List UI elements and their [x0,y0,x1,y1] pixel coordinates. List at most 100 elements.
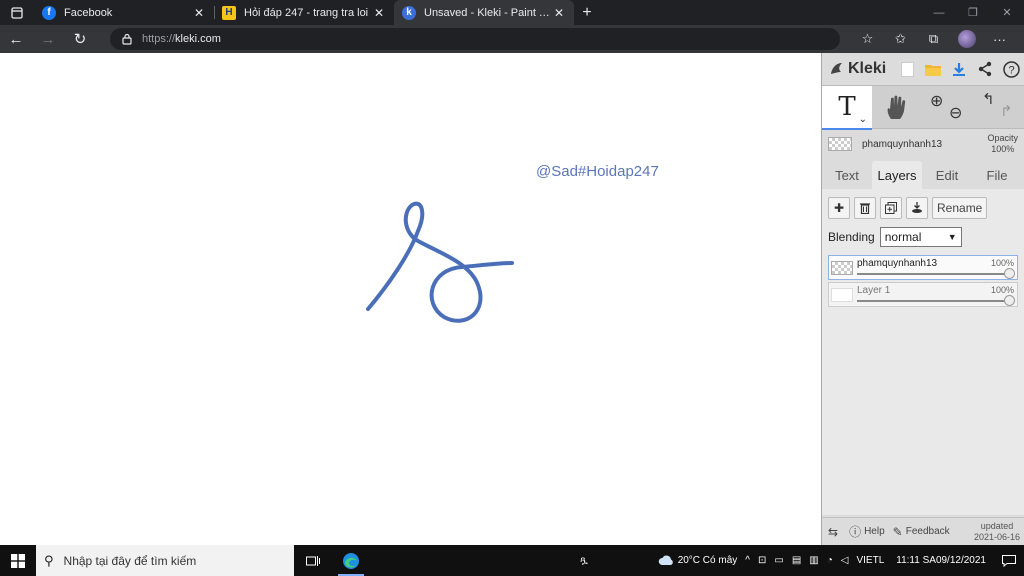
tray-icon-3[interactable]: ▤ [788,545,805,576]
rename-layer-button[interactable]: Rename [932,197,988,219]
download-button[interactable] [946,55,972,83]
lock-icon [122,33,132,45]
back-button[interactable]: ← [0,25,32,53]
duplicate-icon [885,202,897,214]
arrow-right-icon: → [40,30,56,48]
kleki-logo[interactable]: Kleki [828,60,886,78]
tab-facebook[interactable]: f Facebook ✕ [34,0,214,25]
undo-icon[interactable]: ↰ [982,90,995,108]
tab-title: Unsaved - Kleki - Paint Tool [424,6,552,19]
minimize-button[interactable]: — [922,0,956,25]
forward-button[interactable]: → [32,25,64,53]
close-tab-icon[interactable]: ✕ [552,6,566,20]
close-tab-icon[interactable]: ✕ [372,6,386,20]
lang-line2: TL [872,554,885,566]
swap-side-button[interactable]: ⇆ [828,525,841,539]
layer-opacity-slider[interactable] [857,300,1009,302]
tab-file[interactable]: File [972,161,1022,189]
facebook-icon: f [42,5,56,20]
merge-layer-button[interactable] [906,197,928,219]
favorites-add-button[interactable]: ☆ [851,25,884,53]
tab-actions-button[interactable] [0,0,34,25]
feedback-link[interactable]: ✎ Feedback [893,525,950,539]
hand-tool-button[interactable] [872,86,922,130]
hand-icon [887,95,906,119]
taskbar-edge-button[interactable] [332,545,370,576]
zoom-out-icon[interactable]: ⊖ [949,103,962,123]
kleki-logo-icon [831,63,842,74]
input-language-button[interactable]: VIE TL [852,545,888,576]
profile-button[interactable] [950,25,983,53]
close-icon: ✕ [1002,7,1012,19]
zoom-controls: ⊕ ⊖ [922,86,972,130]
people-button[interactable]: ጿ [576,545,592,576]
wifi-button[interactable]: ◔ [823,545,837,576]
opacity-label: Opacity [987,133,1018,143]
new-tab-button[interactable]: + [574,0,600,25]
updated-label: updated [980,520,1014,531]
merge-down-icon [912,202,922,213]
current-layer-name: phamquynhanh13 [862,138,943,150]
help-circle-icon: ? [1002,60,1020,78]
share-icon [978,61,992,77]
updated-info[interactable]: updated 2021-06-16 [974,521,1020,543]
close-tab-icon[interactable]: ✕ [192,6,206,20]
layer-item-phamquynhanh13[interactable]: phamquynhanh13 100% [828,255,1018,280]
clock[interactable]: 11:11 SA 09/12/2021 [888,545,994,576]
open-file-button[interactable] [920,55,946,83]
slider-handle[interactable] [1004,295,1015,306]
reload-button[interactable]: ↻ [64,25,96,53]
tray-icon-1[interactable]: ⊡ [754,545,770,576]
collections-icon: ⧉ [928,31,939,46]
blending-value: normal [884,230,922,244]
show-hidden-icons-button[interactable]: ^ [741,545,754,576]
panel-footer: ⇆ ⓘ Help ✎ Feedback updated 2021-06-16 [822,517,1024,545]
tab-title: Hỏi đáp 247 - trang tra loi [244,6,369,19]
address-bar[interactable]: https://kleki.com [110,28,840,50]
search-placeholder: Nhập tại đây để tìm kiếm [63,553,197,568]
taskbar-search-box[interactable]: ⚲ Nhập tại đây để tìm kiếm [36,545,294,576]
tray-icon-4[interactable]: ▥ [805,545,822,576]
text-tool-icon: T [838,92,856,122]
volume-button[interactable]: ◁ [837,545,853,576]
chevron-down-icon[interactable]: ⌄ [859,114,867,125]
weather-widget[interactable]: 20°C Có mây [654,545,742,576]
delete-layer-button[interactable] [854,197,876,219]
feedback-icon: ✎ [892,524,903,539]
help-button[interactable]: ? [998,55,1024,83]
tab-kleki[interactable]: k Unsaved - Kleki - Paint Tool ✕ [394,0,574,25]
svg-text:?: ? [1008,64,1014,76]
watermark-text: @Sad#Hoidap247 [536,163,659,180]
slider-handle[interactable] [1004,268,1015,279]
collections-button[interactable]: ⧉ [917,25,950,53]
duplicate-layer-button[interactable] [880,197,902,219]
tray-icon-2[interactable]: ▭ [770,545,787,576]
layer-opacity-slider[interactable] [857,273,1009,275]
window-controls: — ❐ ✕ [922,0,1024,25]
tab-hoidap247[interactable]: H Hỏi đáp 247 - trang tra loi ✕ [214,0,394,25]
browser-tab-strip: f Facebook ✕ H Hỏi đáp 247 - trang tra l… [0,0,1024,25]
task-view-button[interactable] [294,545,332,576]
blending-select[interactable]: normal ▼ [879,227,962,247]
drawing-canvas[interactable]: @Sad#Hoidap247 [0,53,821,545]
more-icon: ··· [993,31,1006,47]
close-window-button[interactable]: ✕ [990,0,1024,25]
tab-text[interactable]: Text [822,161,872,189]
help-link[interactable]: ⓘ Help [849,523,885,540]
favorites-button[interactable]: ✩ [884,25,917,53]
settings-menu-button[interactable]: ··· [983,25,1016,53]
start-button[interactable] [0,545,36,576]
share-button[interactable] [972,55,998,83]
layer-item-layer-1[interactable]: Layer 1 100% [828,282,1018,307]
monitor-icon: ▭ [774,555,784,566]
restore-button[interactable]: ❐ [956,0,990,25]
zoom-in-icon[interactable]: ⊕ [930,91,943,111]
tab-edit[interactable]: Edit [922,161,972,189]
new-image-button[interactable] [894,55,920,83]
tab-layers[interactable]: Layers [872,161,922,189]
notification-center-button[interactable] [994,545,1024,576]
redo-icon[interactable]: ↱ [1000,102,1013,120]
add-layer-button[interactable]: ✚ [828,197,850,219]
help-label: Help [864,526,885,537]
text-tool-button[interactable]: T ⌄ [822,86,872,130]
